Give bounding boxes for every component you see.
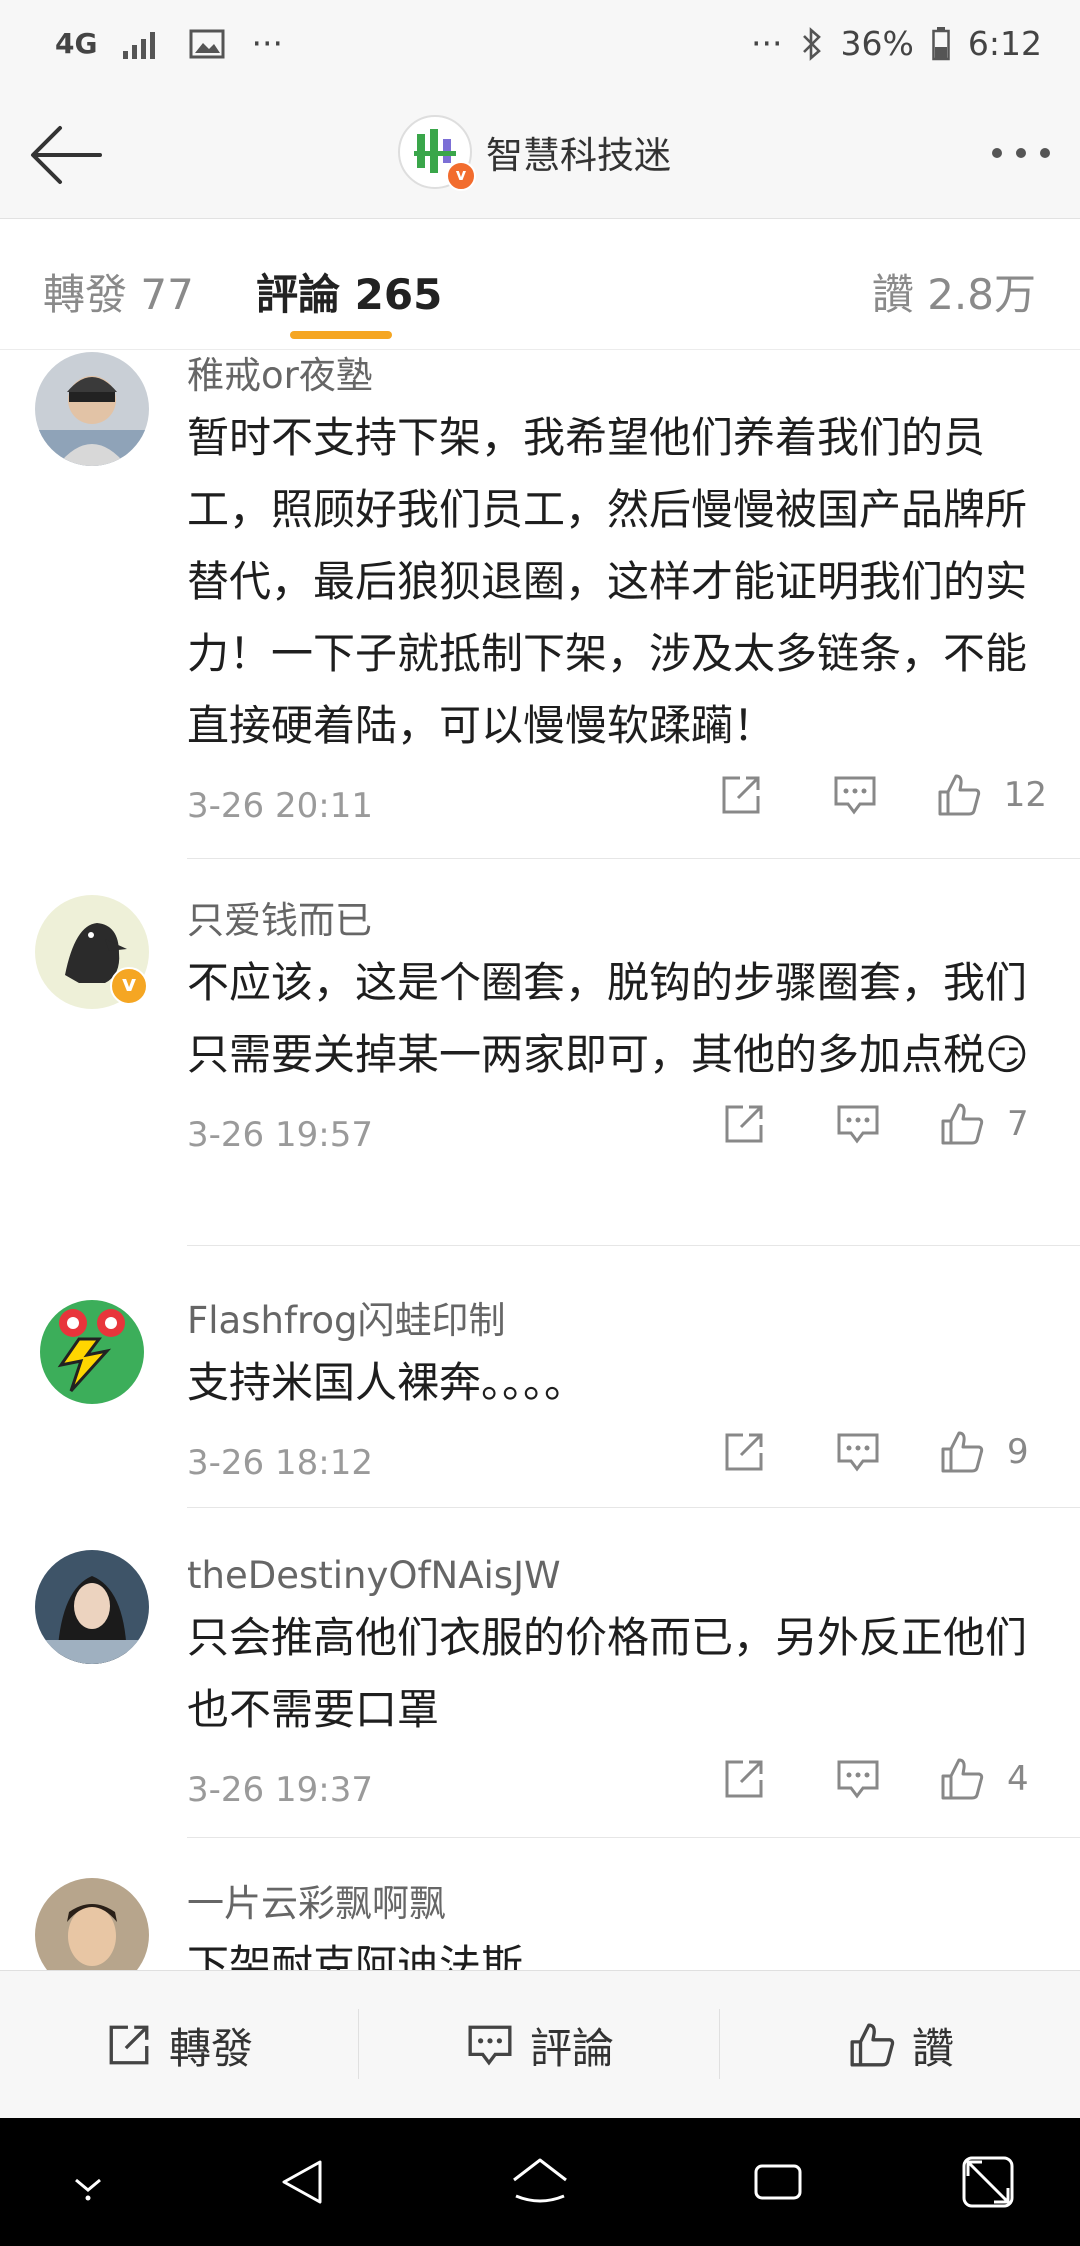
author-name: 智慧科技迷	[486, 134, 671, 177]
comment-meta-row: 3-26 20:11 12	[187, 772, 1047, 842]
like-button[interactable]: 12	[936, 772, 1047, 818]
back-triangle-icon[interactable]	[272, 2152, 332, 2212]
like-button[interactable]: 7	[939, 1101, 1047, 1147]
divider	[187, 1507, 1080, 1508]
chevron-down-icon[interactable]	[64, 2152, 112, 2212]
tab-comments[interactable]: 評論 265	[256, 261, 442, 322]
like-count: 4	[1007, 1759, 1029, 1799]
comment-username[interactable]: 只爱钱而已	[187, 895, 1047, 947]
share-icon[interactable]	[721, 1101, 767, 1147]
comment-icon	[468, 2025, 512, 2066]
comment-time: 3-26 19:37	[187, 1770, 373, 1810]
expand-icon[interactable]	[958, 2152, 1018, 2212]
like-label: 讚	[911, 2023, 954, 2073]
like-count: 9	[1007, 1432, 1029, 1472]
divider	[719, 2009, 720, 2079]
comment-text: 支持米国人裸奔。。。。	[187, 1358, 587, 1407]
system-nav-bar	[0, 2118, 1080, 2246]
top-nav-bar: v 智慧科技迷	[0, 92, 1080, 219]
network-type: 4G	[55, 27, 98, 60]
arrow-left-icon	[31, 126, 102, 184]
share-icon[interactable]	[718, 772, 764, 818]
user-avatar-icon	[35, 1295, 149, 1409]
comment-list: 稚戒or夜塾 暂时不支持下架，我希望他们养着我们的员工，照顾好我们员工，然后慢慢…	[0, 350, 1080, 1970]
divider	[187, 1837, 1080, 1838]
comment-username[interactable]: theDestinyOfNAisJW	[187, 1550, 1047, 1602]
status-more-dots-right: ···	[751, 24, 783, 63]
like-button[interactable]: 讚	[722, 1971, 1080, 2119]
comment-time: 3-26 19:57	[187, 1115, 373, 1155]
dot-icon	[1040, 148, 1050, 158]
author-avatar[interactable]: v	[398, 115, 476, 191]
comment-username[interactable]: Flashfrog闪蛙印制	[187, 1295, 1047, 1347]
divider	[187, 1245, 1080, 1246]
thumbs-up-icon	[850, 2023, 895, 2067]
author-header[interactable]: v 智慧科技迷	[398, 115, 671, 191]
share-icon[interactable]	[721, 1429, 767, 1475]
comment-time: 3-26 20:11	[187, 786, 373, 826]
clock: 6:12	[967, 24, 1042, 63]
signal-icon	[123, 31, 156, 59]
avatar[interactable]	[35, 1550, 149, 1664]
comment-label: 評論	[529, 2023, 614, 2073]
verified-badge-icon: v	[446, 161, 476, 191]
bluetooth-icon	[802, 26, 821, 61]
like-count: 7	[1007, 1104, 1029, 1144]
battery-percent: 36%	[840, 24, 914, 63]
comment-meta-row: 3-26 19:57 7	[187, 1101, 1047, 1171]
avatar[interactable]	[35, 1878, 149, 1970]
avatar[interactable]	[35, 352, 149, 466]
thumbs-up-icon	[941, 1431, 984, 1473]
more-options-button[interactable]	[992, 148, 1050, 158]
thumbs-up-icon	[941, 1103, 984, 1145]
divider	[358, 2009, 359, 2079]
dot-icon	[992, 148, 1002, 158]
recent-apps-icon[interactable]	[748, 2152, 808, 2212]
active-tab-indicator	[290, 331, 392, 339]
comment-text: 不应该，这是个圈套，脱钩的步骤圈套，我们只需要关掉某一两家即可，其他的多加点税😏	[187, 958, 1029, 1079]
comment-text: 暂时不支持下架，我希望他们养着我们的员工，照顾好我们员工，然后慢慢被国产品牌所替…	[187, 413, 1028, 750]
user-avatar-icon	[35, 1878, 149, 1970]
comment-icon[interactable]	[835, 1101, 881, 1147]
status-bar: 4G ··· ··· 36% 6:12	[0, 0, 1080, 92]
comment-icon[interactable]	[832, 772, 878, 818]
comment-time: 3-26 18:12	[187, 1443, 373, 1483]
user-avatar-icon	[35, 1550, 149, 1664]
comment-username[interactable]: 一片云彩飘啊飘	[187, 1878, 1047, 1930]
divider	[187, 858, 1080, 859]
home-icon[interactable]	[508, 2152, 572, 2212]
like-button[interactable]: 4	[939, 1756, 1047, 1802]
battery-icon	[932, 26, 950, 60]
forward-button[interactable]: 轉發	[0, 1971, 358, 2119]
status-more-dots: ···	[251, 24, 283, 63]
comment-text: 下架耐克阿迪法斯	[187, 1941, 524, 1970]
gallery-icon	[189, 29, 225, 58]
tab-likes[interactable]: 讚 2.8万	[872, 261, 1036, 322]
tab-bar: 轉發 77 評論 265 讚 2.8万	[0, 219, 1080, 350]
bottom-action-bar: 轉發 評論 讚	[0, 1970, 1080, 2119]
comment-username[interactable]: 稚戒or夜塾	[187, 350, 1047, 402]
share-icon[interactable]	[721, 1756, 767, 1802]
back-button[interactable]	[26, 118, 106, 192]
avatar[interactable]	[35, 1295, 149, 1409]
thumbs-up-icon	[941, 1758, 984, 1800]
comment-meta-row: 3-26 19:37 4	[187, 1756, 1047, 1826]
thumbs-up-icon	[938, 774, 980, 816]
verified-badge-icon: v	[110, 967, 148, 1005]
comment-button[interactable]: 評論	[361, 1971, 719, 2119]
comment-meta-row: 3-26 18:12 9	[187, 1429, 1047, 1499]
comment-icon[interactable]	[835, 1756, 881, 1802]
like-count: 12	[1003, 775, 1047, 815]
share-icon	[109, 2025, 149, 2065]
user-avatar-icon	[35, 352, 149, 466]
tab-forward[interactable]: 轉發 77	[43, 261, 194, 322]
like-button[interactable]: 9	[939, 1429, 1047, 1475]
forward-label: 轉發	[168, 2023, 253, 2073]
dot-icon	[1016, 148, 1026, 158]
comment-text: 只会推高他们衣服的价格而已，另外反正他们也不需要口罩	[187, 1613, 1028, 1734]
comment-icon[interactable]	[835, 1429, 881, 1475]
